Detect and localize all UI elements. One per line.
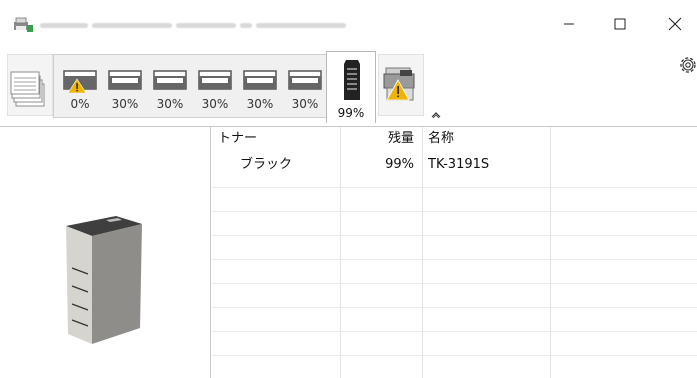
row-divider: [212, 307, 697, 308]
paper-tray-strip: 0% 30% 30% 30% 30% 30%: [53, 54, 327, 118]
column-header-remaining[interactable]: 残量: [340, 127, 414, 151]
tray-level: 30%: [246, 97, 274, 111]
row-divider: [212, 259, 697, 260]
tray-level: 0%: [70, 97, 90, 111]
cell-toner: ブラック: [240, 157, 293, 172]
toner-tab[interactable]: 99%: [326, 51, 376, 123]
paper-tray-icon: [63, 70, 97, 93]
toner-level: 99%: [337, 106, 365, 120]
paper-tray-icon: [153, 70, 187, 90]
column-header-name[interactable]: 名称: [428, 127, 454, 151]
device-tab[interactable]: [377, 53, 425, 117]
row-divider: [212, 331, 697, 332]
tray-5[interactable]: 30%: [236, 55, 284, 115]
tray-level: 30%: [156, 97, 184, 111]
paper-tray-icon: [108, 70, 142, 90]
tray-level: 30%: [111, 97, 139, 111]
row-divider: [212, 211, 697, 212]
settings-button[interactable]: [677, 54, 697, 76]
tray-3[interactable]: 30%: [146, 55, 194, 115]
panel-splitter[interactable]: [204, 127, 211, 378]
maximize-icon: [614, 18, 626, 30]
title-bar: [0, 0, 697, 42]
printer-app-icon: [13, 17, 33, 32]
row-divider: [212, 283, 697, 284]
cell-remaining: 99%: [385, 157, 414, 172]
window-title: [40, 20, 360, 30]
minimize-button[interactable]: [549, 10, 589, 38]
tray-2[interactable]: 30%: [101, 55, 149, 115]
tray-level: 30%: [201, 97, 229, 111]
close-button[interactable]: [655, 10, 695, 38]
minimize-icon: [564, 23, 574, 25]
collapse-button[interactable]: [429, 108, 443, 122]
gear-icon: [680, 57, 696, 73]
toner-table: トナー 残量 名称 ブラック 99% TK-3191S: [212, 127, 697, 378]
column-header-toner[interactable]: トナー: [218, 127, 257, 151]
device-image-panel: [0, 127, 204, 378]
paper-tray-icon: [198, 70, 232, 90]
mfp-warning-icon: [377, 53, 425, 117]
printer-image: [66, 216, 142, 344]
paper-tray-icon: [243, 70, 277, 90]
tray-6[interactable]: 30%: [281, 55, 329, 115]
row-divider: [212, 235, 697, 236]
column-divider: [550, 127, 551, 378]
cell-name: TK-3191S: [428, 157, 490, 172]
maximize-button[interactable]: [600, 10, 640, 38]
column-divider: [422, 127, 423, 378]
close-icon: [668, 17, 682, 31]
row-divider: [212, 187, 697, 188]
paper-stack-icon[interactable]: [6, 53, 54, 117]
toner-cartridge-icon: [344, 60, 360, 100]
chevron-up-icon: [431, 112, 441, 119]
status-toolbar: 0% 30% 30% 30% 30% 30% 99%: [0, 42, 697, 126]
paper-tray-icon: [288, 70, 322, 90]
row-divider: [212, 355, 697, 356]
tray-4[interactable]: 30%: [191, 55, 239, 115]
tray-1[interactable]: 0%: [56, 55, 104, 115]
tray-level: 30%: [291, 97, 319, 111]
